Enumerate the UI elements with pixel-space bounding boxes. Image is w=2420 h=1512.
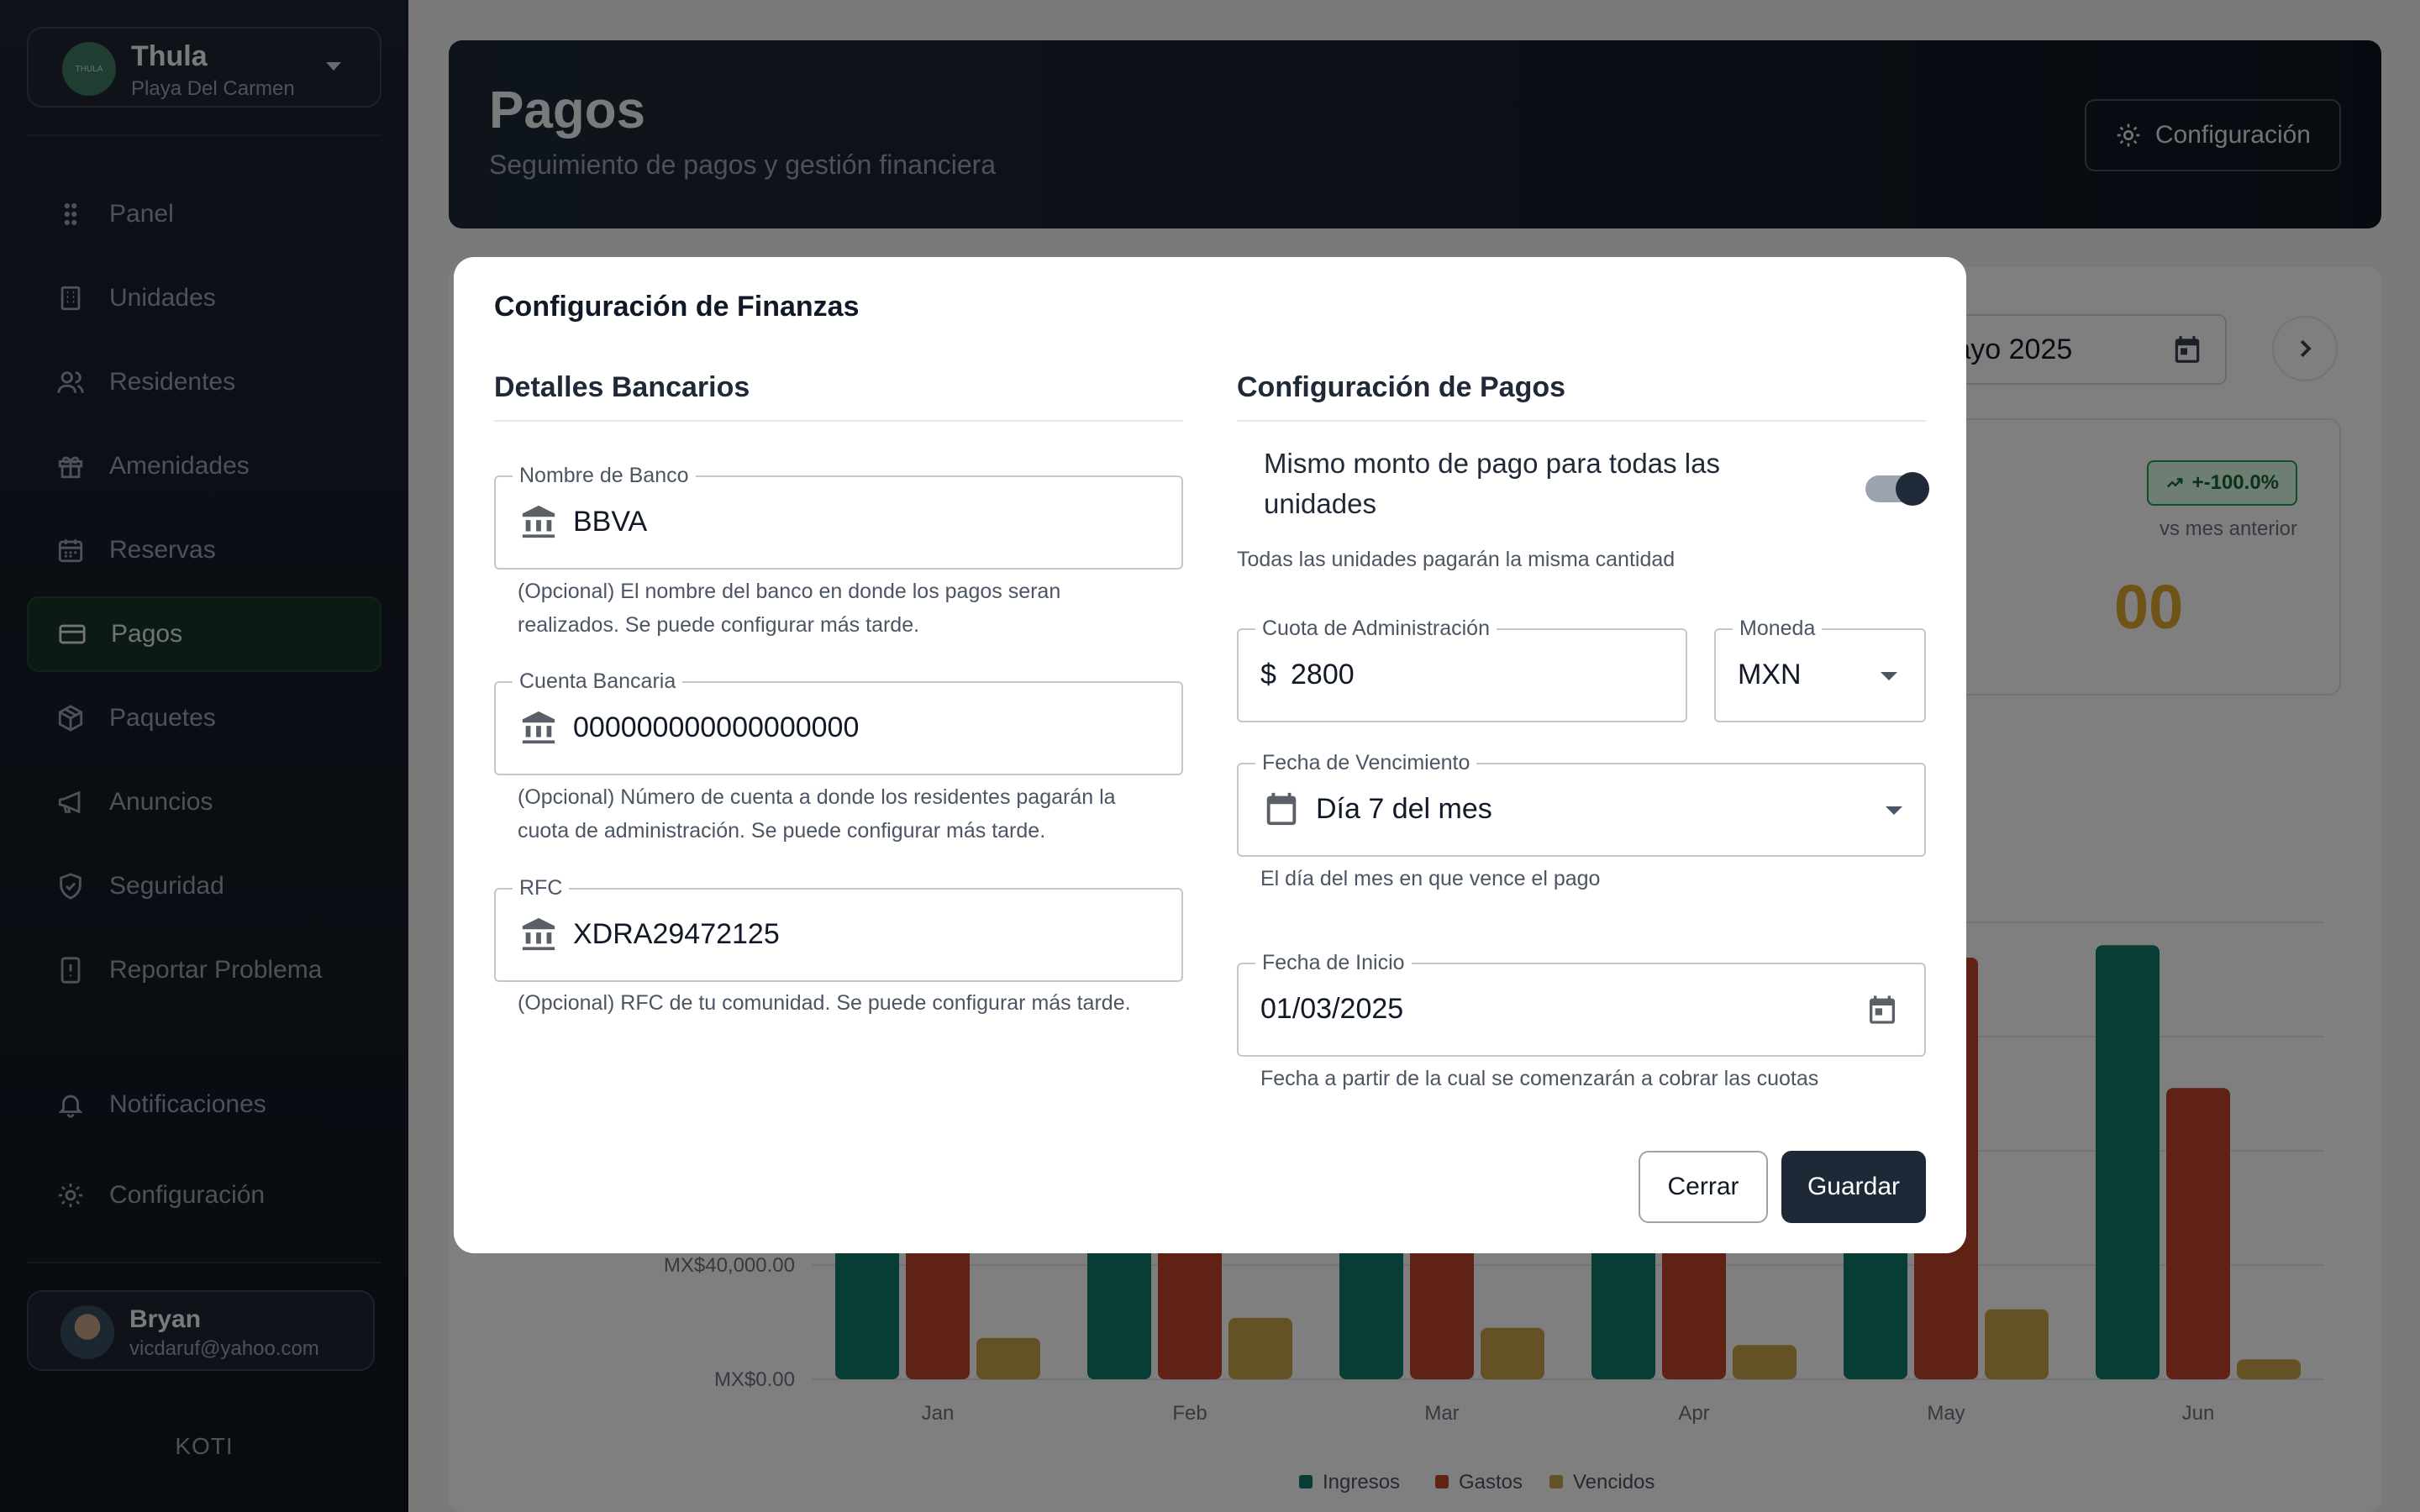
- save-button[interactable]: Guardar: [1781, 1151, 1926, 1223]
- start-date-field[interactable]: Fecha de Inicio 01/03/2025: [1237, 951, 1926, 1057]
- close-button[interactable]: Cerrar: [1639, 1151, 1768, 1223]
- due-date-select[interactable]: Fecha de Vencimiento Día 7 del mes: [1237, 751, 1926, 857]
- bank-icon: [519, 502, 558, 541]
- rfc-value: XDRA29472125: [573, 918, 780, 950]
- divider: [494, 420, 1183, 422]
- start-date-value: 01/03/2025: [1260, 993, 1404, 1025]
- bank-account-field[interactable]: Cuenta Bancaria 000000000000000000: [494, 669, 1183, 775]
- start-date-helper: Fecha a partir de la cual se comenzarán …: [1260, 1067, 1819, 1090]
- divider: [1237, 420, 1926, 422]
- toggle-knob[interactable]: [1896, 472, 1929, 506]
- calendar-icon[interactable]: [1865, 993, 1899, 1026]
- rfc-label: RFC: [513, 876, 570, 900]
- due-date-label: Fecha de Vencimiento: [1255, 751, 1477, 775]
- bank-icon: [519, 708, 558, 747]
- calendar-icon: [1262, 790, 1301, 828]
- chevron-down-icon: [1886, 806, 1902, 815]
- currency-value: MXN: [1738, 659, 1802, 690]
- bank-section-title: Detalles Bancarios: [494, 371, 750, 403]
- due-date-value: Día 7 del mes: [1316, 793, 1492, 825]
- chevron-down-icon: [1881, 672, 1897, 680]
- start-date-label: Fecha de Inicio: [1255, 951, 1412, 975]
- currency-label: Moneda: [1733, 617, 1823, 641]
- rfc-helper: (Opcional) RFC de tu comunidad. Se puede…: [518, 991, 1131, 1015]
- admin-fee-field[interactable]: Cuota de Administración $ 2800: [1237, 617, 1687, 722]
- payment-section-title: Configuración de Pagos: [1237, 371, 1566, 403]
- due-date-helper: El día del mes en que vence el pago: [1260, 867, 1601, 890]
- currency-select[interactable]: Moneda MXN: [1714, 617, 1926, 722]
- dialog-title: Configuración de Finanzas: [494, 291, 860, 323]
- admin-fee-value: 2800: [1291, 659, 1355, 690]
- bank-account-helper: (Opcional) Número de cuenta a donde los …: [518, 785, 1116, 843]
- bank-account-label: Cuenta Bancaria: [513, 669, 683, 694]
- bank-name-field[interactable]: Nombre de Banco BBVA: [494, 464, 1183, 570]
- admin-fee-label: Cuota de Administración: [1255, 617, 1497, 641]
- bank-name-label: Nombre de Banco: [513, 464, 696, 488]
- finance-settings-dialog: Configuración de Finanzas Detalles Banca…: [454, 257, 1966, 1253]
- bank-icon: [519, 915, 558, 953]
- currency-prefix: $: [1260, 659, 1276, 690]
- bank-name-helper: (Opcional) El nombre del banco en donde …: [518, 580, 1061, 637]
- bank-account-value: 000000000000000000: [573, 711, 860, 743]
- bank-name-value: BBVA: [573, 506, 648, 538]
- same-amount-label: Mismo monto de pago para todas las unida…: [1264, 448, 1720, 519]
- rfc-field[interactable]: RFC XDRA29472125: [494, 876, 1183, 982]
- same-amount-helper: Todas las unidades pagarán la misma cant…: [1237, 548, 1676, 571]
